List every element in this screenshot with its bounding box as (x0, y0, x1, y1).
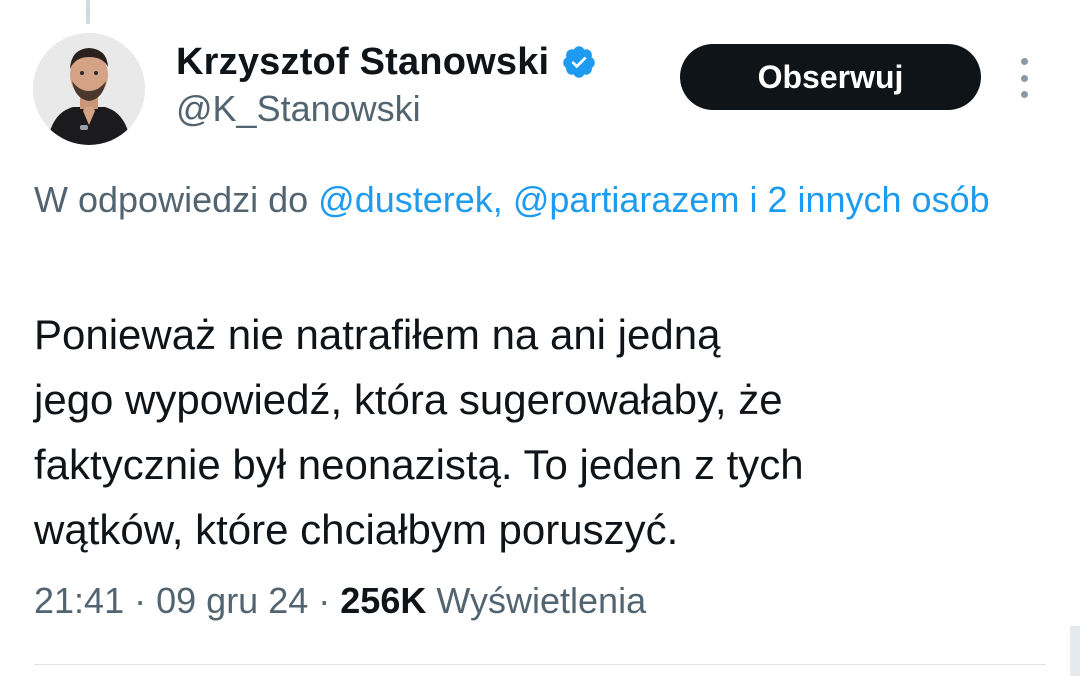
more-dot (1020, 91, 1028, 98)
avatar-image (33, 33, 145, 145)
thread-connector-line (86, 0, 90, 24)
tweet-time[interactable]: 21:41 (34, 580, 124, 621)
tweet-text-line: faktycznie był neonazistą. To jeden z ty… (34, 441, 804, 488)
reply-context-prefix: W odpowiedzi do (34, 179, 309, 220)
mention-link-partiarazem[interactable]: @partiarazem (513, 179, 740, 220)
more-vertical-icon[interactable] (1012, 58, 1036, 98)
more-dot (1020, 74, 1028, 82)
verified-badge-icon[interactable] (561, 44, 597, 80)
views-label[interactable]: Wyświetlenia (436, 580, 646, 621)
divider (34, 664, 1046, 665)
views-count[interactable]: 256K (340, 580, 426, 621)
reply-context: W odpowiedzi do @dusterek, @partiarazem … (34, 172, 1054, 228)
meta-separator: · (318, 580, 331, 621)
others-link[interactable]: 2 innych osób (767, 179, 989, 220)
scrollbar[interactable] (1070, 626, 1080, 676)
tweet-date[interactable]: 09 gru 24 (156, 580, 308, 621)
author-handle[interactable]: @K_Stanowski (176, 88, 421, 130)
more-dot (1020, 58, 1028, 65)
tweet-meta: 21:41 · 09 gru 24 · 256K Wyświetlenia (34, 580, 646, 622)
tweet-text-line: wątków, które chciałbym poruszyć. (34, 506, 679, 553)
reply-connector: i (749, 179, 758, 220)
tweet-text: Ponieważ nie natrafiłem na ani jedną jeg… (34, 302, 1034, 562)
mention-link-dusterek[interactable]: @dusterek, (318, 179, 503, 220)
author-display-name[interactable]: Krzysztof Stanowski (176, 41, 549, 84)
avatar[interactable] (33, 33, 145, 145)
meta-separator: · (134, 580, 147, 621)
tweet-text-line: Ponieważ nie natrafiłem na ani jedną (34, 311, 721, 358)
follow-button[interactable]: Obserwuj (680, 44, 981, 110)
author-name-row: Krzysztof Stanowski (176, 38, 597, 86)
tweet-text-line: jego wypowiedź, która sugerowałaby, że (34, 376, 783, 423)
